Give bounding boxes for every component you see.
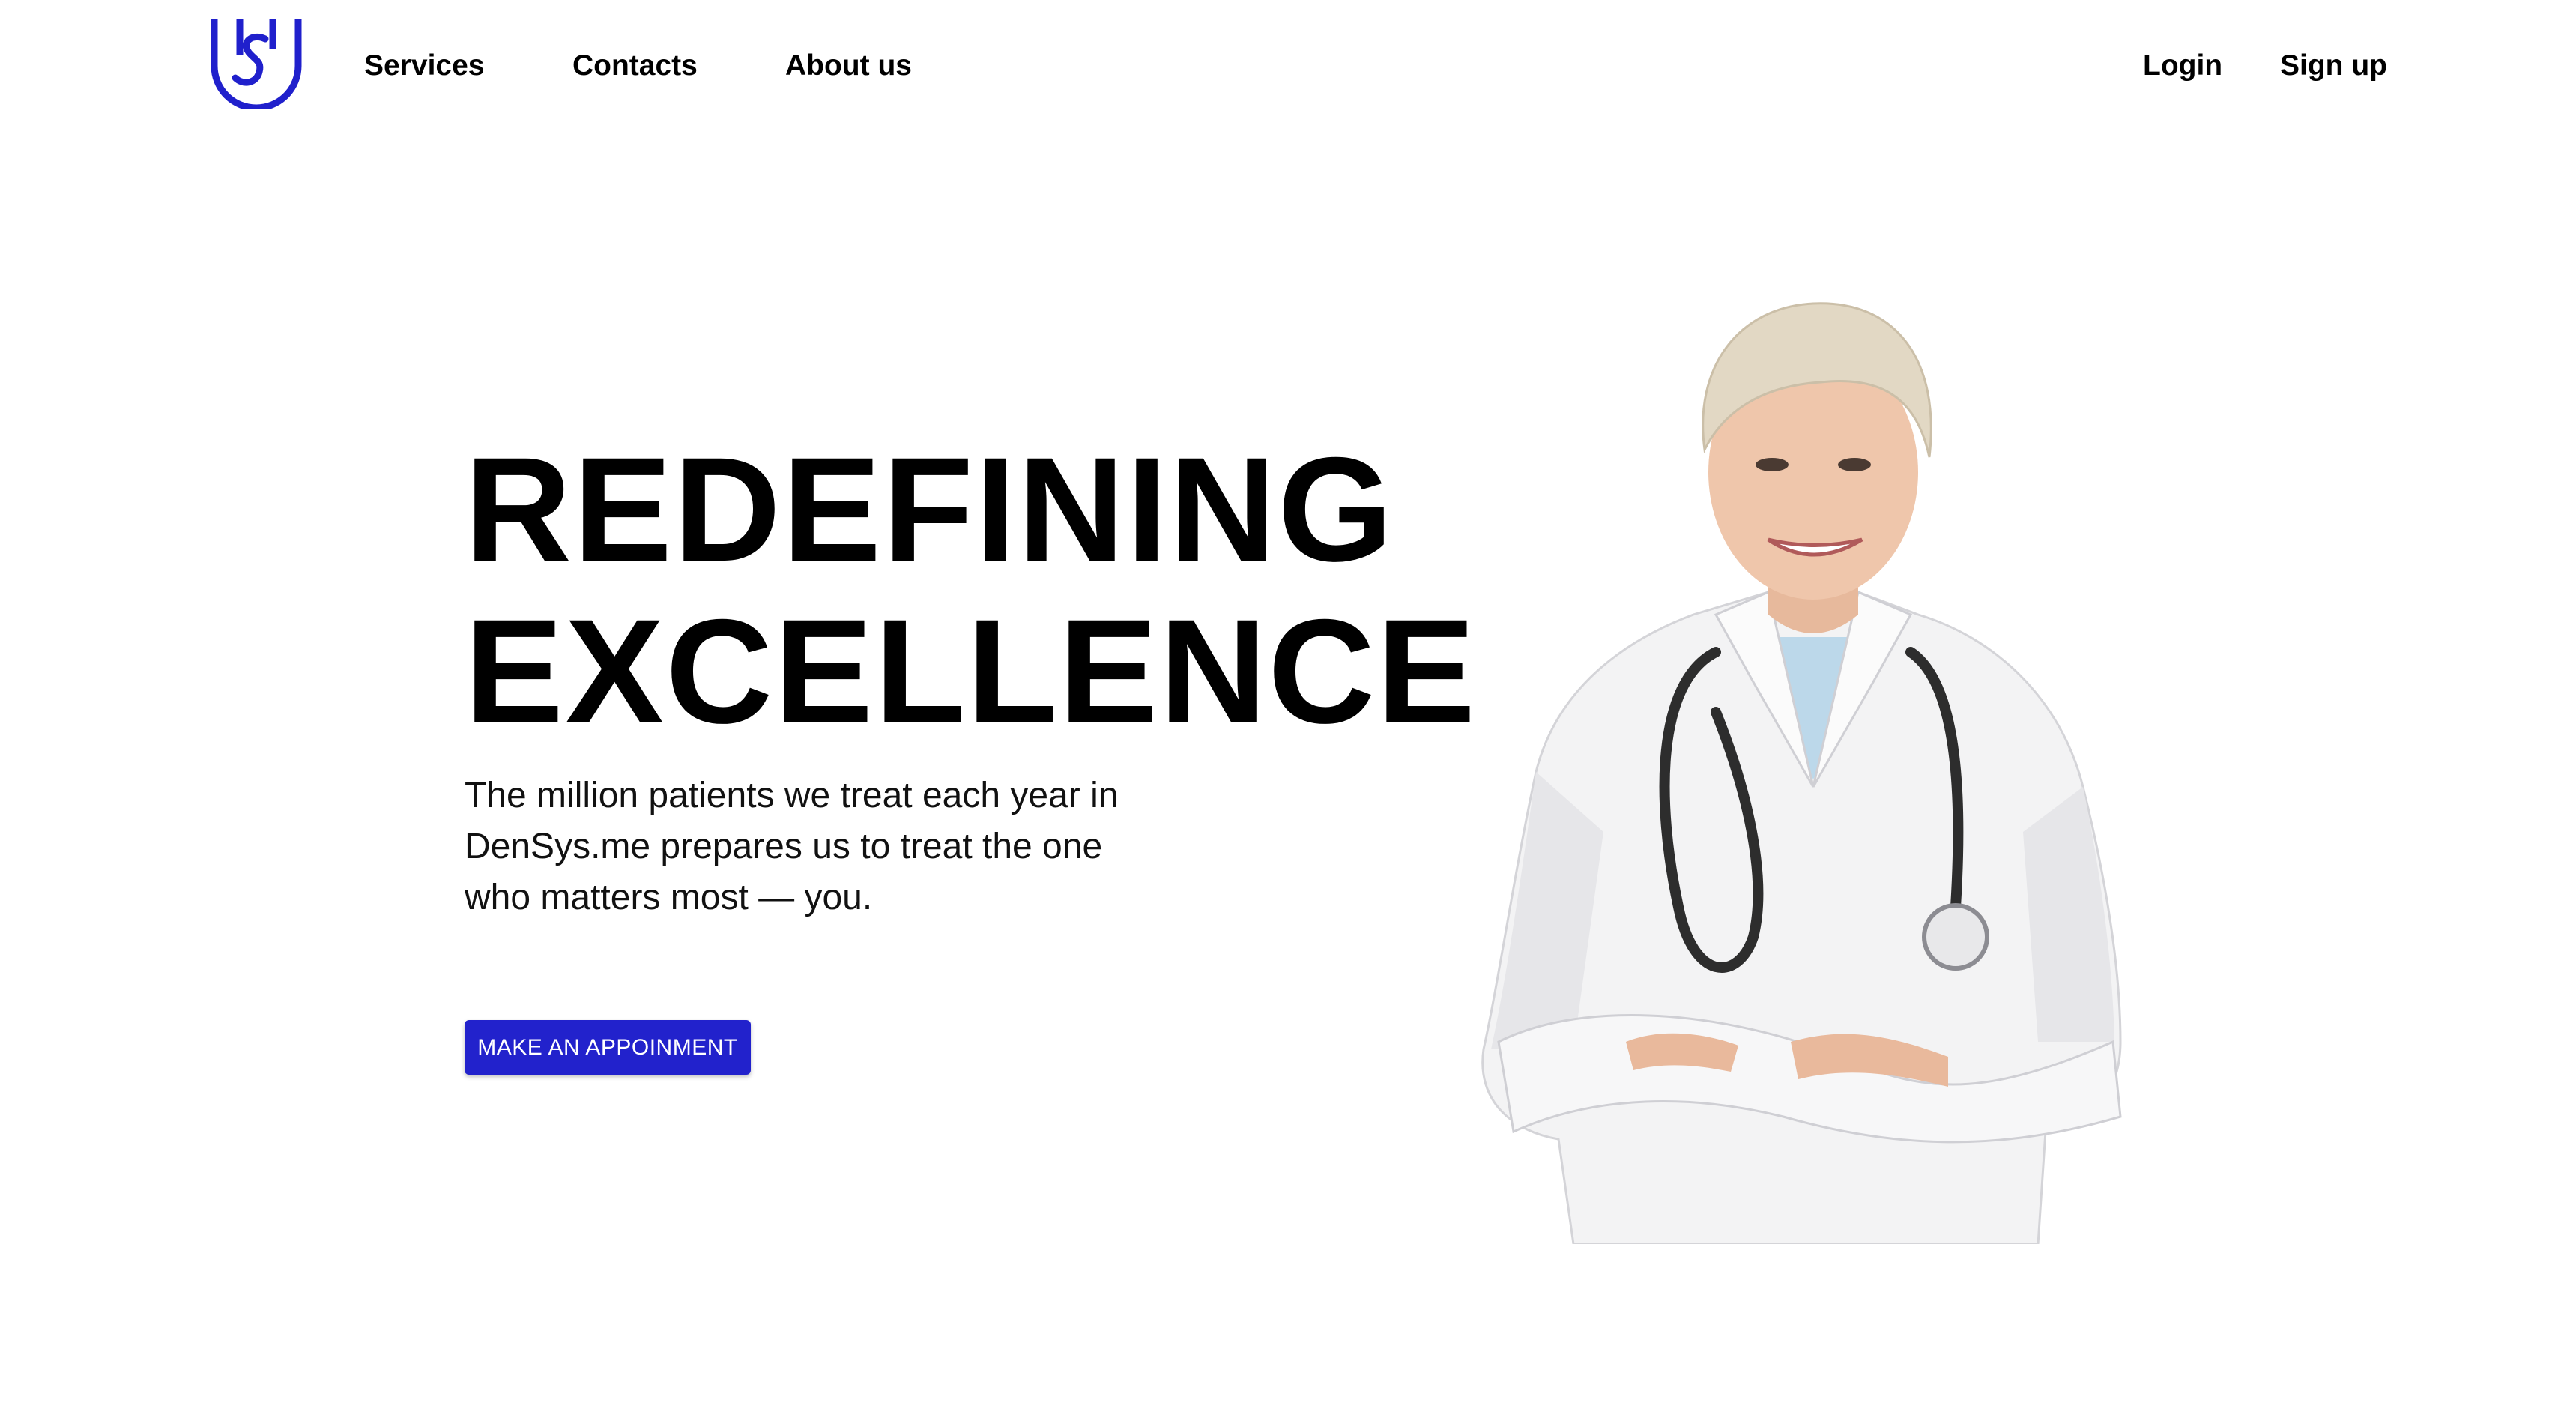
signup-link[interactable]: Sign up	[2280, 49, 2387, 82]
nav-about-us[interactable]: About us	[785, 49, 912, 82]
hero-title-line-2: EXCELLENCE	[465, 588, 1478, 754]
nav-contacts[interactable]: Contacts	[572, 49, 698, 82]
hero-title: REDEFINING EXCELLENCE	[465, 429, 1477, 752]
login-link[interactable]: Login	[2143, 49, 2222, 82]
hero-description: The million patients we treat each year …	[465, 776, 1119, 917]
make-appointment-button[interactable]: MAKE AN APPOINMENT	[465, 1020, 751, 1075]
shield-s-logo-icon[interactable]	[210, 16, 303, 109]
doctor-photo	[1481, 302, 2122, 1244]
hero-title-line-1: REDEFINING	[465, 426, 1395, 592]
nav-services[interactable]: Services	[364, 49, 484, 82]
